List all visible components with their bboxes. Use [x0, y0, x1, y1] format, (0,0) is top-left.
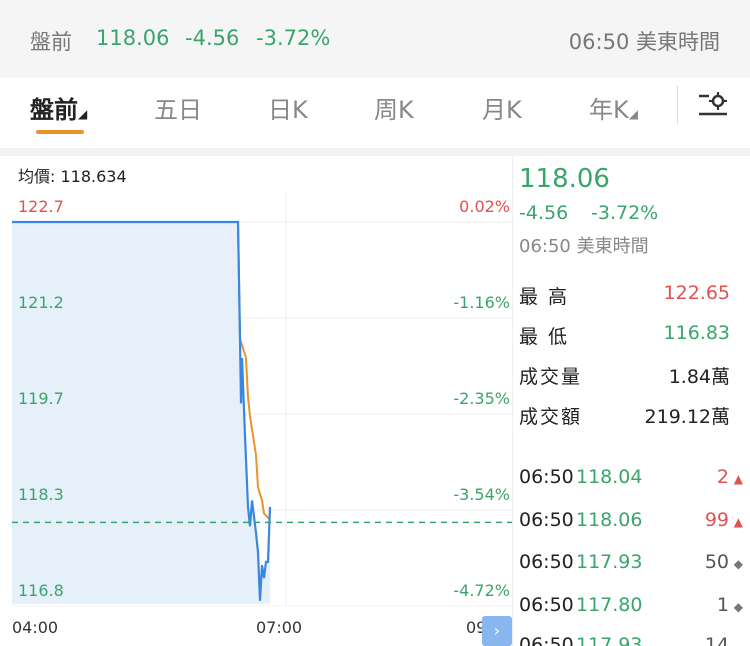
percent-axis-tick: -3.54%: [453, 485, 510, 504]
side-price-change: -4.56: [519, 202, 569, 224]
percent-axis-tick: -4.72%: [453, 581, 510, 600]
trade-volume: 50: [704, 551, 729, 573]
trade-price: 118.04: [576, 466, 643, 488]
x-axis-tick: 07:00: [256, 618, 303, 637]
arrow-up-icon: ▲: [733, 472, 743, 486]
side-price-change-percent: -3.72%: [591, 202, 659, 224]
caret-down-icon: ◢: [628, 107, 638, 121]
y-axis-tick: 118.3: [18, 485, 64, 504]
trade-price: 117.93: [576, 551, 643, 573]
tab-weekly-k[interactable]: 周K: [374, 90, 414, 125]
divider: [677, 86, 678, 124]
y-axis-tick: 116.8: [18, 581, 64, 600]
chart-period-tabs: 盤前◢ 五日 日K 周K 月K 年K◢: [0, 78, 750, 148]
caret-down-icon: ◢: [78, 107, 88, 121]
percent-axis-tick: 0.02%: [459, 197, 510, 216]
trade-row: 06:50 118.04 2 ▲: [519, 466, 743, 496]
tab-yearly-k[interactable]: 年K◢: [589, 90, 638, 125]
trade-row: 06:50 117.93 50 ◆: [519, 551, 743, 581]
stat-label-volume: 成交量: [519, 366, 583, 388]
intraday-chart[interactable]: [12, 156, 512, 606]
trade-volume: 14: [704, 634, 729, 646]
tab-label: 五日: [154, 96, 202, 124]
trade-row: 06:50 117.93 14: [519, 634, 743, 646]
trade-volume: 1: [716, 594, 729, 616]
trade-row: 06:50 117.80 1 ◆: [519, 594, 743, 624]
quote-time: 06:50 美東時間: [568, 30, 720, 54]
average-price-label: 均價: 118.634: [18, 167, 127, 186]
stat-value-low: 116.83: [663, 322, 730, 344]
tab-premarket[interactable]: 盤前◢: [30, 90, 87, 125]
stat-value-volume: 1.84萬: [668, 366, 730, 388]
trade-price: 117.80: [576, 594, 643, 616]
stat-value-turnover: 219.12萬: [644, 406, 730, 428]
chart-settings-icon[interactable]: [696, 88, 730, 122]
trade-time: 06:50: [519, 634, 574, 646]
tab-daily-k[interactable]: 日K: [268, 90, 308, 125]
percent-axis-tick: -1.16%: [453, 293, 510, 312]
arrow-up-icon: ▲: [733, 515, 743, 529]
y-axis-tick: 121.2: [18, 293, 64, 312]
side-quote-time: 06:50 美東時間: [519, 236, 649, 257]
section-separator: [0, 148, 750, 156]
trade-price: 118.06: [576, 509, 643, 531]
trade-price: 117.93: [576, 634, 643, 646]
trade-time: 06:50: [519, 466, 574, 488]
tab-label: 年K: [589, 96, 629, 124]
tab-label: 月K: [482, 96, 522, 124]
trade-row: 06:50 118.06 99 ▲: [519, 509, 743, 539]
diamond-icon: ◆: [733, 557, 743, 571]
last-price: 118.06: [96, 26, 170, 50]
tab-label: 日K: [268, 96, 308, 124]
trade-time: 06:50: [519, 551, 574, 573]
quote-summary-bar: 盤前 118.06 -4.56 -3.72% 06:50 美東時間: [0, 0, 750, 78]
chevron-right-icon[interactable]: ›: [482, 616, 512, 646]
quote-side-panel: 118.06 -4.56 -3.72% 06:50 美東時間 最 高 122.6…: [512, 156, 750, 646]
trade-volume: 2: [716, 466, 729, 488]
trade-time: 06:50: [519, 509, 574, 531]
active-tab-indicator: [36, 130, 84, 134]
diamond-icon: ◆: [733, 600, 743, 614]
x-axis-tick: 04:00: [12, 618, 59, 637]
trade-volume: 99: [704, 509, 729, 531]
stat-label-low: 最 低: [519, 326, 570, 348]
tab-label: 盤前: [30, 96, 78, 124]
y-axis-tick: 119.7: [18, 389, 64, 408]
side-last-price: 118.06: [519, 164, 610, 194]
trade-time: 06:50: [519, 594, 574, 616]
tab-monthly-k[interactable]: 月K: [482, 90, 522, 125]
tab-five-day[interactable]: 五日: [154, 90, 202, 125]
price-change-percent: -3.72%: [256, 26, 331, 50]
stat-label-turnover: 成交額: [519, 406, 583, 428]
y-axis-tick: 122.7: [18, 197, 64, 216]
percent-axis-tick: -2.35%: [453, 389, 510, 408]
price-area-fill: [12, 222, 270, 604]
session-label: 盤前: [30, 30, 72, 54]
stat-value-high: 122.65: [663, 282, 730, 304]
price-change: -4.56: [185, 26, 240, 50]
tab-label: 周K: [374, 96, 414, 124]
stat-label-high: 最 高: [519, 286, 570, 308]
